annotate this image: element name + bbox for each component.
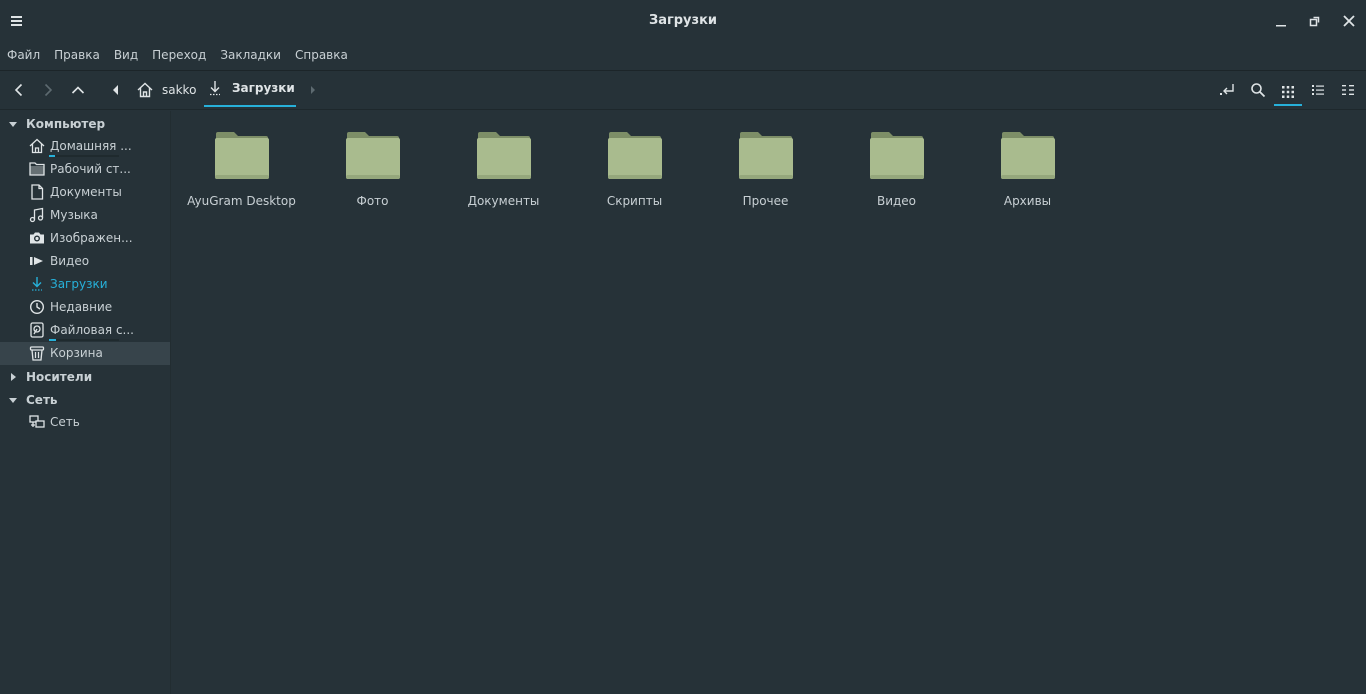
menu-help[interactable]: Справка <box>295 44 355 68</box>
close-icon[interactable] <box>1341 13 1357 29</box>
place-pictures[interactable]: Изображен... <box>0 227 170 250</box>
breadcrumb-home[interactable]: sakko <box>136 71 196 109</box>
place-desktop-label: Рабочий ст... <box>50 162 131 176</box>
filesystem-storage-fill <box>49 339 56 341</box>
place-filesystem[interactable]: Файловая с... <box>0 319 170 342</box>
folder-item[interactable]: Прочее <box>700 129 831 214</box>
home-storage-fill <box>49 155 55 157</box>
trash-icon <box>29 346 45 361</box>
breadcrumb-expand-icon[interactable] <box>303 80 323 100</box>
folder-name: Скрипты <box>606 194 663 208</box>
home-storage-bar <box>49 155 119 157</box>
folder-name: Прочее <box>742 194 789 208</box>
place-music-label: Музыка <box>50 208 98 222</box>
section-devices[interactable]: Носители <box>0 365 170 388</box>
folder-item[interactable]: Скрипты <box>569 129 700 214</box>
document-icon <box>31 184 44 200</box>
filesystem-icon <box>30 322 44 338</box>
section-network[interactable]: Сеть <box>0 388 170 411</box>
place-videos[interactable]: Видео <box>0 250 170 273</box>
breadcrumb-current[interactable]: Загрузки <box>204 71 296 107</box>
folder-icon <box>346 132 400 179</box>
download-icon <box>210 81 220 96</box>
minimize-icon[interactable] <box>1273 13 1289 29</box>
up-icon[interactable] <box>68 80 88 100</box>
expand-right-icon <box>0 372 26 382</box>
video-icon <box>30 257 43 265</box>
place-pictures-label: Изображен... <box>50 231 133 245</box>
menu-bookmarks[interactable]: Закладки <box>220 44 288 68</box>
place-downloads[interactable]: Загрузки <box>0 273 170 296</box>
place-trash[interactable]: Корзина <box>0 342 170 365</box>
folder-name: AyuGram Desktop <box>187 194 296 208</box>
section-network-label: Сеть <box>26 392 58 407</box>
place-home-label: Домашняя ... <box>50 139 132 153</box>
clock-icon <box>29 299 45 315</box>
folder-icon <box>870 132 924 179</box>
menu-go[interactable]: Переход <box>152 44 213 68</box>
place-network-label: Сеть <box>50 415 80 429</box>
place-documents-label: Документы <box>50 185 122 199</box>
folder-name: Документы <box>467 194 540 208</box>
place-desktop[interactable]: Рабочий ст... <box>0 158 170 181</box>
folder-item[interactable]: Архивы <box>962 129 1093 214</box>
place-music[interactable]: Музыка <box>0 204 170 227</box>
folder-item[interactable]: AyuGram Desktop <box>176 129 307 214</box>
folder-icon <box>739 132 793 179</box>
icons-view-icon[interactable] <box>1274 79 1302 106</box>
folder-icon <box>608 132 662 179</box>
places-panel: Компьютер Домашняя ... Рабочий ст... Док… <box>0 111 171 694</box>
breadcrumb-current-label: Загрузки <box>232 81 295 95</box>
menu-file[interactable]: Файл <box>7 44 47 68</box>
search-icon[interactable] <box>1248 80 1268 100</box>
expand-down-icon <box>0 395 26 405</box>
folder-icon <box>215 132 269 179</box>
place-recent-label: Недавние <box>50 300 113 314</box>
place-trash-label: Корзина <box>50 346 103 360</box>
back-icon[interactable] <box>9 80 29 100</box>
folder-item[interactable]: Видео <box>831 129 962 214</box>
folder-item[interactable]: Документы <box>438 129 569 214</box>
window-title: Загрузки <box>648 13 718 28</box>
expand-down-icon <box>0 119 26 129</box>
home-icon <box>29 138 45 154</box>
network-icon <box>29 415 45 428</box>
folder-icon <box>1001 132 1055 179</box>
folder-item[interactable]: Фото <box>307 129 438 214</box>
title-bar: Загрузки <box>0 0 1366 44</box>
place-videos-label: Видео <box>50 254 90 268</box>
camera-icon <box>30 232 44 244</box>
menu-bar: Файл Правка Вид Переход Закладки Справка <box>0 44 1366 68</box>
section-devices-label: Носители <box>26 369 93 384</box>
folder-name: Архивы <box>1003 194 1052 208</box>
restore-icon[interactable] <box>1307 13 1323 29</box>
file-view[interactable]: AyuGram Desktop Фото Документы Скрипты Проче… <box>171 111 1366 694</box>
download-icon <box>32 277 42 291</box>
place-downloads-label: Загрузки <box>50 277 108 291</box>
folder-icon <box>29 162 45 176</box>
place-filesystem-label: Файловая с... <box>50 323 134 337</box>
place-home[interactable]: Домашняя ... <box>0 135 170 158</box>
breadcrumb-left-arrow-icon[interactable] <box>105 80 125 100</box>
forward-icon[interactable] <box>38 80 58 100</box>
place-recent[interactable]: Недавние <box>0 296 170 319</box>
breadcrumb-home-label: sakko <box>162 83 197 97</box>
home-icon <box>137 82 153 98</box>
folder-icon <box>477 132 531 179</box>
section-computer-label: Компьютер <box>26 116 106 131</box>
open-terminal-icon[interactable] <box>1218 80 1238 100</box>
filesystem-storage-bar <box>49 339 119 341</box>
folder-name: Видео <box>876 194 917 208</box>
section-computer[interactable]: Компьютер <box>0 112 170 135</box>
folder-name: Фото <box>356 194 389 208</box>
details-view-icon[interactable] <box>1308 80 1328 100</box>
menu-edit[interactable]: Правка <box>54 44 107 68</box>
menu-view[interactable]: Вид <box>114 44 145 68</box>
toolbar: sakko Загрузки <box>0 70 1366 110</box>
music-icon <box>29 207 44 223</box>
place-documents[interactable]: Документы <box>0 181 170 204</box>
place-network[interactable]: Сеть <box>0 411 170 434</box>
compact-view-icon[interactable] <box>1338 80 1358 100</box>
